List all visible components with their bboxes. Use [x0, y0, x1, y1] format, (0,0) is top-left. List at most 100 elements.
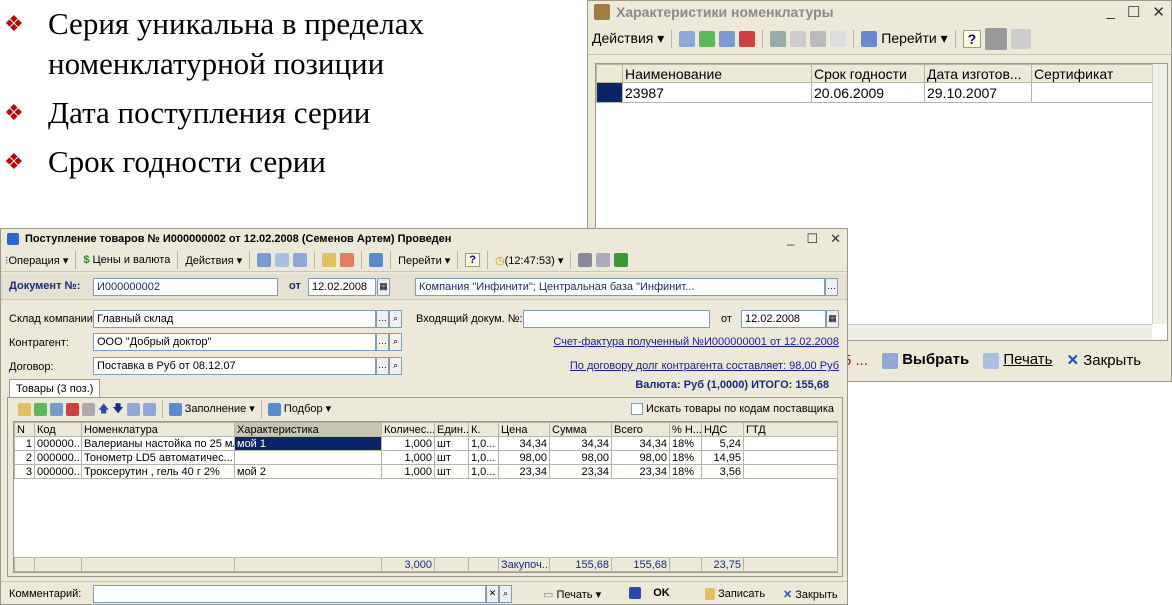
close-window-button[interactable]: ✕ [830, 231, 841, 247]
search-icon[interactable]: ⌕ [389, 310, 402, 328]
copy-row-icon[interactable] [34, 402, 47, 416]
table-cell[interactable]: 1,000 [381, 436, 435, 451]
list-settings-icon[interactable] [1011, 28, 1032, 49]
table-cell[interactable] [743, 450, 838, 465]
pick-menu[interactable]: Подбор ▾ [267, 402, 331, 416]
copy-icon[interactable] [293, 253, 308, 267]
table-cell[interactable]: мой 1 [234, 436, 382, 451]
table-cell[interactable]: Троксерутин , гель 40 г 2% [81, 464, 235, 479]
table-cell[interactable]: 2 [14, 450, 35, 465]
report-icon[interactable] [614, 253, 629, 267]
column-header[interactable]: Характеристика [234, 422, 382, 437]
table-cell[interactable]: 5,24 [701, 436, 744, 451]
table-cell[interactable] [743, 464, 838, 479]
table-cell[interactable]: 23,34 [549, 464, 612, 479]
table-cell[interactable]: шт [434, 464, 469, 479]
column-header[interactable]: Код [34, 422, 82, 437]
column-header[interactable]: N [14, 422, 35, 437]
table-cell[interactable]: 98,00 [611, 450, 670, 465]
table-cell[interactable]: 1,000 [381, 464, 435, 479]
column-header[interactable]: Цена [498, 422, 550, 437]
delete-icon[interactable] [739, 30, 756, 47]
table-cell[interactable]: 000000... [34, 450, 82, 465]
list-icon[interactable] [596, 253, 611, 267]
back-icon[interactable] [257, 253, 272, 267]
print-button[interactable]: Печать [983, 351, 1052, 369]
based-on-icon[interactable] [322, 253, 337, 267]
document-date-input[interactable] [308, 278, 376, 296]
incoming-date-input[interactable] [741, 310, 826, 328]
table-row[interactable]: 1 000000... Валерианы настойка по 25 мл мой… [14, 436, 838, 451]
structure-icon[interactable] [369, 253, 384, 267]
column-header[interactable]: Наименование [622, 64, 812, 83]
search-icon[interactable]: ⌕ [499, 585, 512, 603]
select-button[interactable]: Выбрать [882, 351, 969, 369]
select-ellipsis-button[interactable]: … [376, 333, 389, 351]
move-down-icon[interactable]: 🡇 [112, 400, 123, 419]
table-row[interactable]: 3 000000... Троксерутин , гель 40 г 2% мой … [14, 464, 838, 479]
column-header[interactable]: Количес... [381, 422, 435, 437]
edit-row-icon[interactable] [50, 402, 63, 416]
help-button[interactable]: ? [465, 253, 481, 267]
table-cell[interactable]: 1,0... [468, 450, 499, 465]
edit-icon[interactable] [719, 30, 736, 47]
table-cell[interactable]: 18% [669, 436, 702, 451]
vertical-scrollbar[interactable] [1152, 64, 1167, 324]
table-cell[interactable]: 34,34 [611, 436, 670, 451]
table-cell[interactable]: 000000... [34, 436, 82, 451]
comment-input[interactable] [93, 585, 486, 603]
table-cell[interactable]: 34,34 [549, 436, 612, 451]
table-cell[interactable]: 14,95 [701, 450, 744, 465]
help-button[interactable]: ? [962, 29, 982, 48]
column-header[interactable]: Всего [611, 422, 670, 437]
operation-menu[interactable]: ⁝Операция ▾ [5, 254, 68, 267]
table-cell[interactable]: 1,0... [468, 436, 499, 451]
ok-button[interactable]: OK [629, 587, 670, 600]
column-header[interactable]: Един... [434, 422, 469, 437]
table-cell[interactable]: 18% [669, 450, 702, 465]
close-window-button[interactable]: ✕ [1152, 3, 1165, 21]
table-cell[interactable]: 23,34 [611, 464, 670, 479]
add-icon[interactable] [679, 30, 696, 47]
actions-menu[interactable]: Действия ▾ [185, 254, 242, 267]
clear-icon[interactable]: ✕ [486, 585, 499, 603]
table-cell[interactable]: 18% [669, 464, 702, 479]
search-supplier-codes-checkbox[interactable]: Искать товары по кодам поставщика [630, 403, 834, 415]
warehouse-input[interactable] [93, 310, 376, 328]
fill-menu[interactable]: Заполнение ▾ [168, 402, 255, 416]
delete-row-icon[interactable] [66, 402, 79, 416]
clear-filter-icon[interactable] [830, 30, 847, 47]
calendar-icon[interactable]: ▦ [826, 310, 839, 328]
company-input[interactable] [415, 278, 825, 296]
table-cell[interactable]: 98,00 [498, 450, 550, 465]
column-header[interactable]: Срок годности [811, 64, 925, 83]
unpost-icon[interactable] [340, 253, 355, 267]
column-header[interactable]: % Н... [669, 422, 702, 437]
maximize-button[interactable]: ☐ [806, 231, 818, 247]
table-cell[interactable]: 1,0... [468, 464, 499, 479]
table-cell[interactable]: 000000... [34, 464, 82, 479]
close-button[interactable]: ✕ Закрыть [1066, 351, 1141, 369]
table-cell[interactable]: шт [434, 436, 469, 451]
column-header[interactable]: НДС [701, 422, 744, 437]
column-header[interactable]: К. [468, 422, 499, 437]
subordinate-docs-icon[interactable] [578, 253, 593, 267]
table-cell[interactable]: 34,34 [498, 436, 550, 451]
debt-link[interactable]: По договору долг контрагента составляет:… [570, 360, 839, 372]
table-cell[interactable] [743, 436, 838, 451]
minimize-button[interactable]: _ [1107, 3, 1115, 21]
table-cell[interactable]: 1 [14, 436, 35, 451]
print-button[interactable]: ▭ Печать ▾ [543, 588, 601, 601]
incoming-doc-number-input[interactable] [523, 310, 710, 328]
table-cell[interactable]: Валерианы настойка по 25 мл [81, 436, 235, 451]
goto-menu[interactable]: Перейти ▾ [398, 254, 450, 267]
column-header[interactable]: ГТД [743, 422, 838, 437]
table-row[interactable]: 23987 20.06.2009 29.10.2007 [596, 82, 1154, 103]
filter-value-icon[interactable] [790, 30, 807, 47]
table-row[interactable]: 2 000000... Тонометр LD5 автоматичес... 1,0… [14, 450, 838, 465]
invoice-link[interactable]: Счет-фактура полученный №И000000001 от 1… [553, 336, 839, 348]
time-menu[interactable]: ◷(12:47:53) ▾ [495, 254, 563, 267]
table-cell[interactable]: Тонометр LD5 автоматичес... [81, 450, 235, 465]
filter-icon[interactable] [770, 30, 787, 47]
select-ellipsis-button[interactable]: … [376, 357, 389, 375]
